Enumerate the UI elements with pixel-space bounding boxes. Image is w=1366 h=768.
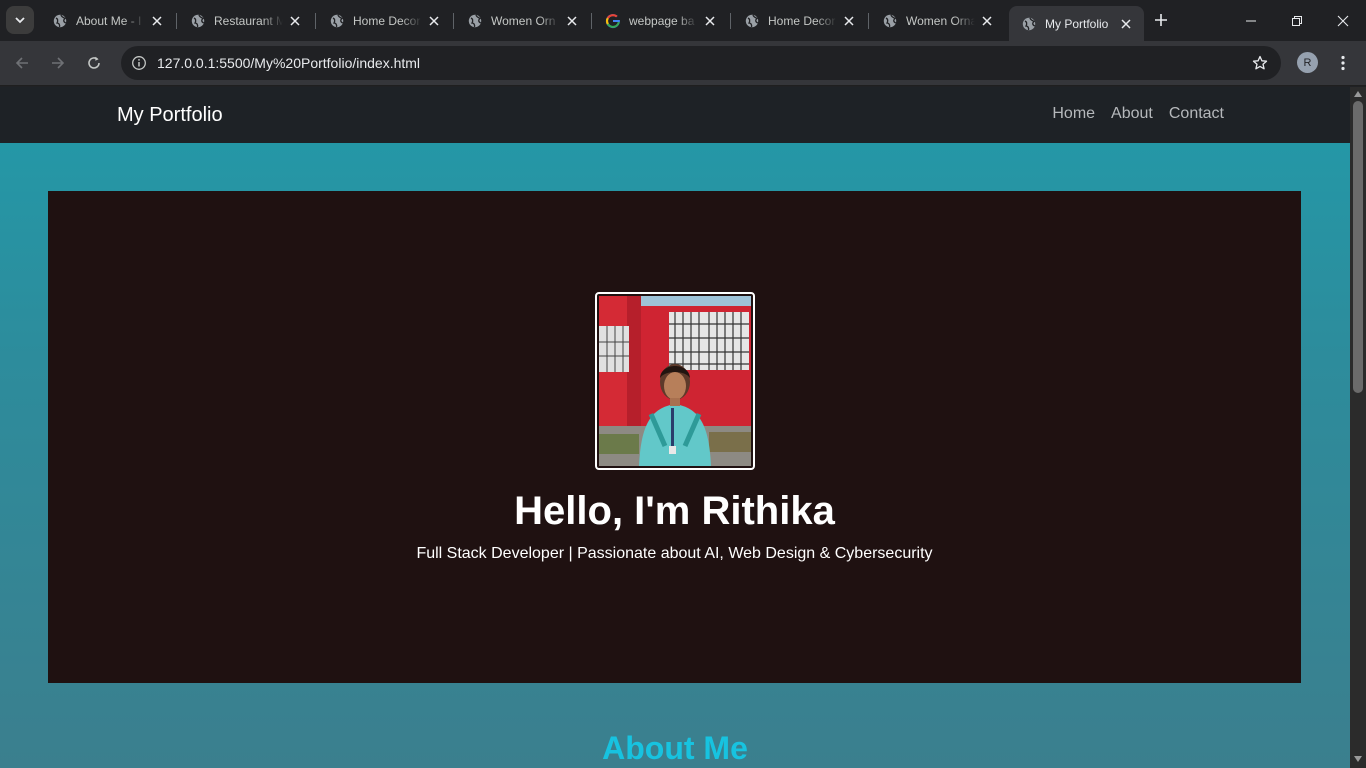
globe-icon bbox=[1021, 16, 1037, 32]
tab-title: About Me - I bbox=[76, 13, 142, 28]
google-icon bbox=[605, 13, 621, 29]
globe-icon bbox=[190, 13, 206, 29]
tab-title: webpage ba bbox=[629, 13, 695, 28]
forward-button[interactable] bbox=[44, 49, 72, 77]
tab-title: Restaurant M bbox=[214, 13, 283, 28]
browser-tab[interactable]: Home Decor bbox=[317, 0, 452, 41]
browser-tab[interactable]: webpage ba bbox=[593, 0, 728, 41]
browser-toolbar: 127.0.0.1:5500/My%20Portfolio/index.html… bbox=[0, 41, 1366, 86]
profile-photo-image bbox=[599, 296, 751, 466]
scrollbar-thumb[interactable] bbox=[1353, 101, 1363, 393]
nav-link-about[interactable]: About bbox=[1111, 105, 1153, 123]
scroll-down-arrow-icon[interactable] bbox=[1354, 756, 1362, 762]
browser-tab[interactable]: Women Orn bbox=[455, 0, 590, 41]
hero-section: Hello, I'm Rithika Full Stack Developer … bbox=[48, 191, 1301, 683]
star-icon bbox=[1252, 55, 1268, 70]
close-window-button[interactable] bbox=[1320, 0, 1366, 41]
arrow-right-icon bbox=[52, 57, 65, 69]
tab-separator bbox=[591, 13, 592, 29]
arrow-left-icon bbox=[15, 57, 28, 69]
reload-icon bbox=[88, 56, 100, 69]
more-vert-icon bbox=[1341, 55, 1345, 71]
tab-separator bbox=[868, 13, 869, 29]
globe-icon bbox=[744, 13, 760, 29]
tab-close-icon[interactable] bbox=[564, 13, 580, 29]
restore-icon bbox=[1292, 15, 1302, 26]
browser-tab[interactable]: Women Orna bbox=[870, 0, 1005, 41]
browser-tab[interactable]: About Me - I bbox=[40, 0, 175, 41]
scroll-up-arrow-icon[interactable] bbox=[1354, 91, 1362, 97]
globe-icon bbox=[52, 13, 68, 29]
tab-close-icon[interactable] bbox=[841, 13, 857, 29]
profile-photo bbox=[595, 292, 755, 470]
site-navbar: My Portfolio Home About Contact bbox=[0, 87, 1350, 143]
url-text[interactable]: 127.0.0.1:5500/My%20Portfolio/index.html bbox=[157, 55, 420, 71]
tab-title: Home Decor bbox=[768, 13, 836, 28]
browser-tab[interactable]: My Portfolio bbox=[1009, 6, 1144, 41]
tab-search-button[interactable] bbox=[6, 6, 34, 34]
tab-close-icon[interactable] bbox=[702, 13, 718, 29]
hero-subtitle: Full Stack Developer | Passionate about … bbox=[416, 545, 933, 562]
tab-title: Women Orna bbox=[906, 13, 975, 28]
browser-tab[interactable]: Home Decor bbox=[732, 0, 867, 41]
back-button[interactable] bbox=[8, 49, 36, 77]
tab-separator bbox=[176, 13, 177, 29]
tab-close-icon[interactable] bbox=[287, 13, 303, 29]
tab-separator bbox=[453, 13, 454, 29]
close-icon bbox=[1337, 15, 1349, 26]
tab-close-icon[interactable] bbox=[1118, 16, 1134, 32]
globe-icon bbox=[467, 13, 483, 29]
minimize-icon bbox=[1246, 20, 1256, 21]
chevron-down-icon bbox=[15, 17, 25, 24]
nav-link-contact[interactable]: Contact bbox=[1169, 105, 1224, 123]
tab-title: Home Decor bbox=[353, 13, 421, 28]
tab-close-icon[interactable] bbox=[979, 13, 995, 29]
tab-title: My Portfolio bbox=[1045, 16, 1109, 31]
minimize-button[interactable] bbox=[1228, 0, 1274, 41]
restore-button[interactable] bbox=[1274, 0, 1320, 41]
hero-title: Hello, I'm Rithika bbox=[514, 489, 835, 533]
browser-menu-button[interactable] bbox=[1333, 53, 1353, 73]
browser-tab-strip: About Me - I Restaurant M Home Decor Women … bbox=[0, 0, 1366, 41]
new-tab-button[interactable] bbox=[1150, 9, 1172, 31]
reload-button[interactable] bbox=[80, 49, 108, 77]
site-brand[interactable]: My Portfolio bbox=[117, 104, 223, 127]
nav-link-home[interactable]: Home bbox=[1052, 105, 1095, 123]
bookmark-button[interactable] bbox=[1251, 54, 1269, 72]
globe-icon bbox=[329, 13, 345, 29]
tab-close-icon[interactable] bbox=[149, 13, 165, 29]
tab-separator bbox=[315, 13, 316, 29]
globe-icon bbox=[882, 13, 898, 29]
tab-separator bbox=[730, 13, 731, 29]
nav-links: Home About Contact bbox=[1052, 105, 1224, 123]
address-bar[interactable]: 127.0.0.1:5500/My%20Portfolio/index.html bbox=[121, 46, 1281, 80]
page-scrollbar[interactable] bbox=[1350, 87, 1366, 768]
tab-close-icon[interactable] bbox=[426, 13, 442, 29]
page-viewport: My Portfolio Home About Contact Hello, I… bbox=[0, 87, 1350, 768]
profile-avatar[interactable]: R bbox=[1297, 52, 1318, 73]
about-heading: About Me bbox=[602, 730, 748, 766]
site-info-button[interactable] bbox=[129, 53, 149, 73]
tab-title: Women Orn bbox=[491, 13, 556, 28]
plus-icon bbox=[1155, 14, 1167, 26]
info-icon bbox=[132, 56, 146, 70]
browser-tab[interactable]: Restaurant M bbox=[178, 0, 313, 41]
